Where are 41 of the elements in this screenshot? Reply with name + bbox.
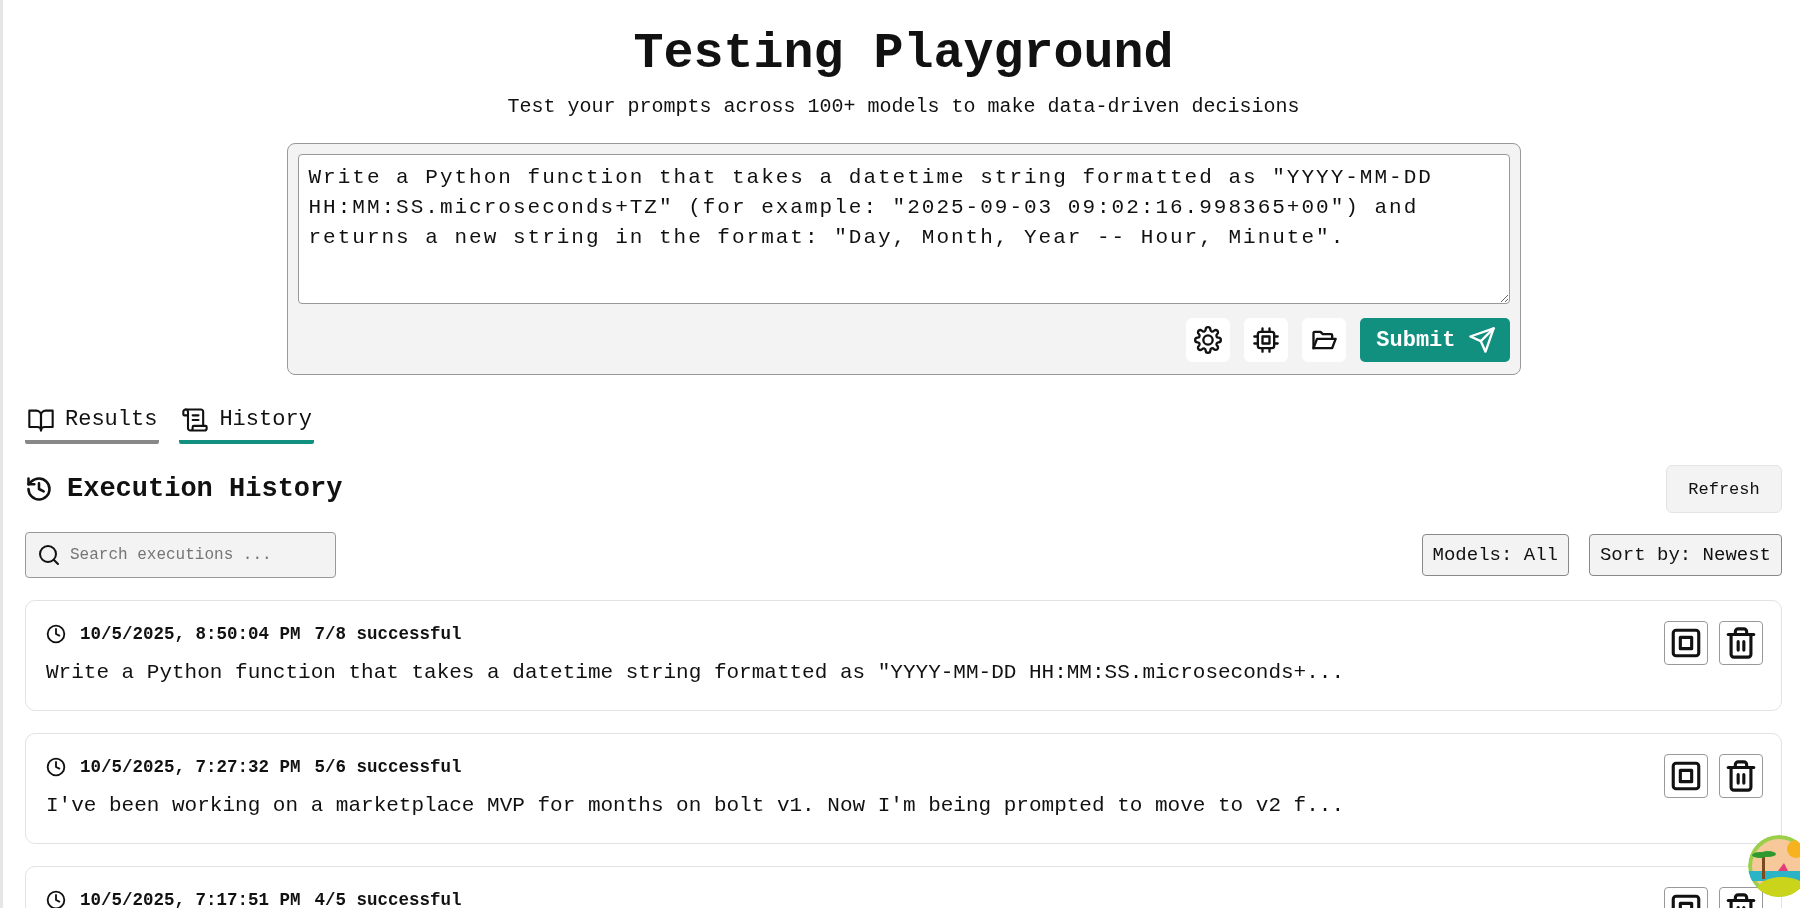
execution-prompt: Write a Python function that takes a datetime string formatted as "YYYY-MM-DD HH:MM:SS.microseconds+... xyxy=(46,660,1344,686)
section-heading: Execution History xyxy=(67,474,343,504)
execution-time: 10/5/2025, 8:50:04 PM xyxy=(80,624,301,644)
execution-card[interactable]: 10/5/2025, 8:50:04 PM 7/8 successful Write a Python function that takes a datetime string formatted as "YYYY-MM-DD HH:MM:SS.microseconds+... xyxy=(25,600,1782,711)
success-count: 5/6 successful xyxy=(314,757,462,777)
trash-icon xyxy=(1724,759,1758,793)
clock-icon xyxy=(46,624,66,644)
filter-dropdown[interactable]: Models: All xyxy=(1421,534,1569,576)
stop-icon xyxy=(1669,626,1703,660)
stop-button[interactable] xyxy=(1664,754,1708,798)
send-icon xyxy=(1467,326,1496,354)
stop-icon xyxy=(1669,759,1703,793)
page-title: Testing Playground xyxy=(632,24,1175,84)
history-icon xyxy=(25,475,53,503)
chip-icon xyxy=(1252,326,1281,354)
trash-icon xyxy=(1724,626,1758,660)
prompt-field[interactable]: Write a Python function that takes a datetime string formatted as "YYYY-MM-DD HH:MM:SS.microseconds+TZ" (for example: "2025-09-03 09:02:16.998365+00") and returns a new string in the format: "Day, Month, Year -- Hour, Minute". xyxy=(297,154,1510,304)
scroll-icon xyxy=(181,405,210,434)
clock-icon xyxy=(46,757,66,777)
refresh-button[interactable]: Refresh xyxy=(1666,465,1782,513)
success-count: 7/8 successful xyxy=(314,624,462,644)
success-count: 4/5 successful xyxy=(314,890,462,908)
chip-button[interactable] xyxy=(1244,318,1289,362)
filter-dropdown[interactable]: Sort by: Newest xyxy=(1588,534,1782,576)
page-subtitle: Test your prompts across 100+ models to make data-driven decisions xyxy=(506,95,1301,119)
submit-button[interactable]: Submit xyxy=(1360,318,1510,362)
execution-time: 10/5/2025, 7:27:32 PM xyxy=(80,757,301,777)
search-field[interactable]: Search executions ... xyxy=(25,532,336,578)
tab[interactable]: History xyxy=(179,399,314,444)
folder-button[interactable] xyxy=(1302,318,1347,362)
tab[interactable]: Results xyxy=(25,399,160,444)
gear-button[interactable] xyxy=(1186,318,1231,362)
execution-prompt: I've been working on a marketplace MVP for months on bolt v1. Now I'm being prompted to move to v2 f... xyxy=(46,793,1344,819)
delete-button[interactable] xyxy=(1719,621,1763,665)
execution-time: 10/5/2025, 7:17:51 PM xyxy=(80,890,301,908)
execution-card[interactable]: 10/5/2025, 7:27:32 PM 5/6 successful I've been working on a marketplace MVP for months on bolt v1. Now I'm being prompted to move to v2 f... xyxy=(25,733,1782,844)
search-icon xyxy=(37,543,61,567)
delete-button[interactable] xyxy=(1719,754,1763,798)
clock-icon xyxy=(46,890,66,908)
gear-icon xyxy=(1194,326,1223,354)
stop-button[interactable] xyxy=(1664,621,1708,665)
